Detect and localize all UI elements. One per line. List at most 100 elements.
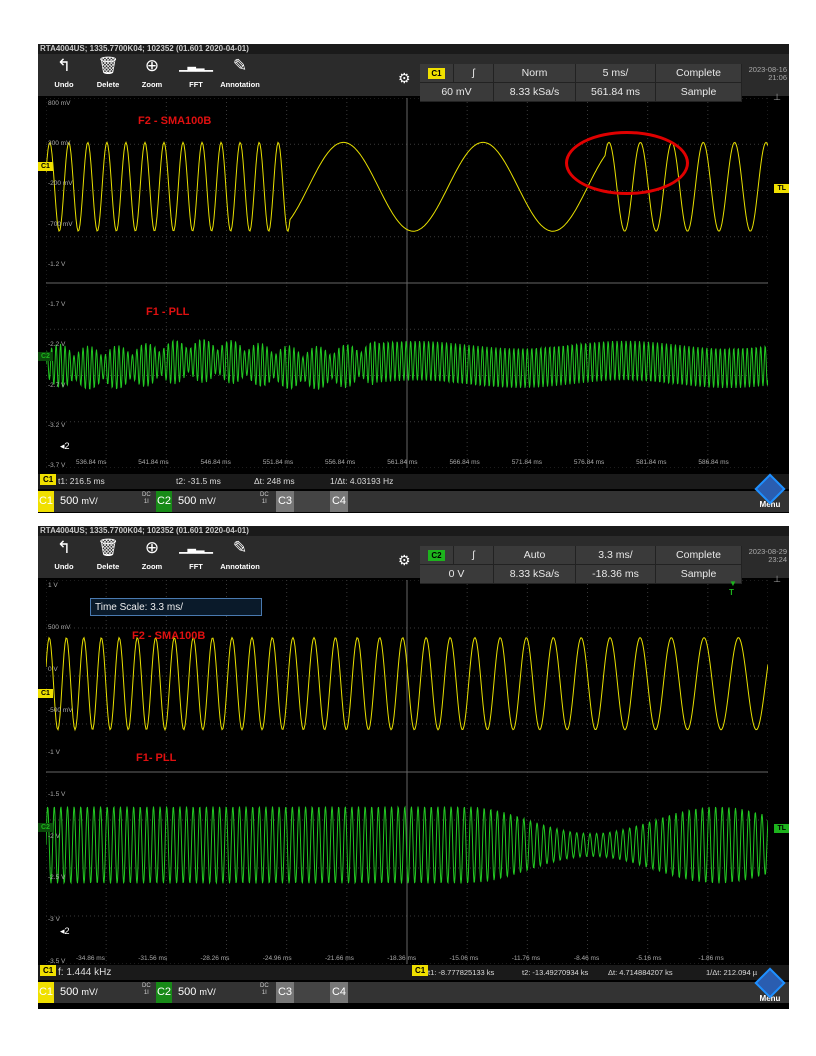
channel-c4-tab[interactable]: C4 bbox=[330, 982, 348, 1003]
y-axis-label: -2.7 V bbox=[48, 381, 66, 389]
c2-offset-marker[interactable]: C2 bbox=[38, 823, 53, 832]
network-icon: ⊥ bbox=[773, 574, 781, 584]
oscilloscope-screen-1: RTA4004US; 1335.7700K04; 102352 (01.601 … bbox=[38, 44, 789, 513]
x-axis-label: -24.96 ms bbox=[262, 955, 292, 962]
trigger-position-marker[interactable]: ▼ T bbox=[726, 578, 740, 598]
delete-icon: 🗑 bbox=[97, 538, 119, 557]
trigger-source[interactable]: C2 bbox=[420, 546, 454, 565]
c1-coupling: DC 1I bbox=[142, 983, 151, 996]
channel-c4-tab[interactable]: C4 bbox=[330, 491, 348, 512]
undo-button[interactable]: ↰ Undo bbox=[42, 536, 86, 578]
annotation-icon: ✎ bbox=[232, 538, 248, 557]
settings-gear-icon[interactable]: ⚙ bbox=[398, 70, 411, 87]
x-axis-label: 576.84 ms bbox=[573, 459, 605, 466]
c1-offset-marker[interactable]: C1 bbox=[38, 689, 53, 698]
y-axis-label: -3.7 V bbox=[48, 462, 66, 469]
y-axis-label: 800 mV bbox=[48, 100, 71, 107]
c1-scale[interactable]: 500 mV/ bbox=[60, 982, 98, 1003]
trigger-mode[interactable]: Auto bbox=[494, 546, 576, 565]
trigger-level-marker[interactable]: TL bbox=[774, 824, 789, 833]
y-axis-label: -2 V bbox=[48, 832, 60, 840]
datetime: 2023-08-29 23:24 bbox=[748, 547, 787, 564]
y-axis-label: 300 mV bbox=[48, 140, 71, 148]
c2-coupling: DC 1I bbox=[260, 492, 269, 505]
channel-c3-tab[interactable]: C3 bbox=[276, 491, 294, 512]
title-bar: RTA4004US; 1335.7700K04; 102352 (01.601 … bbox=[38, 526, 789, 536]
y-axis-label: -3.2 V bbox=[48, 421, 66, 429]
channel-bar: C1 500 mV/ DC 1I C2 500 mV/ DC 1I C3 C4 bbox=[38, 491, 789, 512]
x-axis-label: 581.84 ms bbox=[636, 459, 667, 466]
trigger-source[interactable]: C1 bbox=[420, 64, 454, 83]
y-axis-label: -3 V bbox=[48, 916, 60, 924]
c1-scale[interactable]: 500 mV/ bbox=[60, 491, 98, 512]
delete-button[interactable]: 🗑 Delete bbox=[86, 54, 130, 96]
undo-button[interactable]: ↰ Undo bbox=[42, 54, 86, 96]
x-axis-label: -15.06 ms bbox=[449, 955, 479, 962]
channel-c1-tab[interactable]: C1 bbox=[38, 491, 54, 512]
x-axis-label: -11.76 ms bbox=[511, 955, 541, 962]
fft-button[interactable]: ▁▃▂▁ FFT bbox=[174, 54, 218, 96]
y-axis-label: 500 mV bbox=[48, 623, 71, 631]
x-axis-label: -5.16 ms bbox=[636, 955, 662, 962]
x-axis-label: 571.84 ms bbox=[511, 459, 543, 466]
timebase[interactable]: 5 ms/ bbox=[576, 64, 656, 83]
settings-gear-icon[interactable]: ⚙ bbox=[398, 552, 411, 569]
c1-coupling: DC 1I bbox=[142, 492, 151, 505]
x-axis-label: 551.84 ms bbox=[262, 459, 294, 466]
x-axis-label: 556.84 ms bbox=[324, 459, 356, 466]
c1-offset-marker[interactable]: C1 bbox=[38, 162, 53, 171]
x-axis-label: -18.36 ms bbox=[387, 955, 417, 962]
y-axis-label: 0 V bbox=[48, 665, 58, 673]
trigger-level-marker[interactable]: TL bbox=[774, 184, 789, 193]
x-axis-label: 546.84 ms bbox=[200, 459, 231, 466]
fft-icon: ▁▃▂▁ bbox=[179, 542, 213, 554]
acq-status[interactable]: Complete bbox=[656, 546, 742, 565]
x-axis-label: -31.56 ms bbox=[138, 955, 168, 962]
zoom-icon: ⊕ bbox=[144, 56, 160, 75]
c2-offset-marker[interactable]: C2 bbox=[38, 352, 53, 361]
trigger-slope[interactable]: ʃ bbox=[454, 546, 494, 565]
c2-coupling: DC 1I bbox=[260, 983, 269, 996]
title-bar: RTA4004US; 1335.7700K04; 102352 (01.601 … bbox=[38, 44, 789, 54]
trace-label-f2: F2 - SMA100B bbox=[132, 630, 206, 642]
acq-status[interactable]: Complete bbox=[656, 64, 742, 83]
cursor-readout: C1 f: 1.444 kHz C1 t1: -8.777825133 ks t… bbox=[38, 965, 789, 980]
y-axis-label: -1.2 V bbox=[48, 260, 66, 268]
x-axis-label: 586.84 ms bbox=[698, 459, 729, 466]
y-axis-label: -1 V bbox=[48, 749, 60, 757]
channel-c2-tab[interactable]: C2 bbox=[156, 491, 172, 512]
timebase[interactable]: 3.3 ms/ bbox=[576, 546, 656, 565]
network-icon: ⊥ bbox=[773, 92, 781, 102]
undo-icon: ↰ bbox=[56, 538, 72, 557]
annotation-button[interactable]: ✎ Annotation bbox=[218, 536, 262, 578]
annotation-button[interactable]: ✎ Annotation bbox=[218, 54, 262, 96]
undo-icon: ↰ bbox=[56, 56, 72, 75]
y-axis-label: -3.5 V bbox=[48, 958, 66, 965]
x-axis-label: -1.86 ms bbox=[698, 955, 724, 962]
trace-label-f2: F2 - SMA100B bbox=[138, 115, 212, 127]
channel-c2-tab[interactable]: C2 bbox=[156, 982, 172, 1003]
fft-button[interactable]: ▁▃▂▁ FFT bbox=[174, 536, 218, 578]
c2-scale[interactable]: 500 mV/ bbox=[178, 491, 216, 512]
cursor-readout: C1 t1: 216.5 ms t2: -31.5 ms Δt: 248 ms … bbox=[38, 474, 789, 489]
delete-icon: 🗑 bbox=[97, 56, 119, 75]
delete-button[interactable]: 🗑 Delete bbox=[86, 536, 130, 578]
x-axis-label: 566.84 ms bbox=[449, 459, 480, 466]
annotation-icon: ✎ bbox=[232, 56, 248, 75]
menu-button[interactable]: Menu bbox=[753, 967, 787, 1006]
frequency-readout: f: 1.444 kHz bbox=[58, 967, 112, 978]
y-axis-label: -200 mV bbox=[48, 180, 73, 188]
channel-c3-tab[interactable]: C3 bbox=[276, 982, 294, 1003]
channel-c1-tab[interactable]: C1 bbox=[38, 982, 54, 1003]
datetime: 2023-08-16 21:06 bbox=[748, 65, 787, 82]
c2-scale[interactable]: 500 mV/ bbox=[178, 982, 216, 1003]
y-axis-label: -1.7 V bbox=[48, 301, 66, 309]
x-axis-label: 561.84 ms bbox=[387, 459, 418, 466]
trigger-mode[interactable]: Norm bbox=[494, 64, 576, 83]
zoom-button[interactable]: ⊕ Zoom bbox=[130, 536, 174, 578]
menu-button[interactable]: Menu bbox=[753, 473, 787, 512]
trace-label-f1: F1 - PLL bbox=[146, 306, 190, 318]
zoom-button[interactable]: ⊕ Zoom bbox=[130, 54, 174, 96]
y-axis-label: -500 mV bbox=[48, 707, 73, 715]
trigger-slope[interactable]: ʃ bbox=[454, 64, 494, 83]
